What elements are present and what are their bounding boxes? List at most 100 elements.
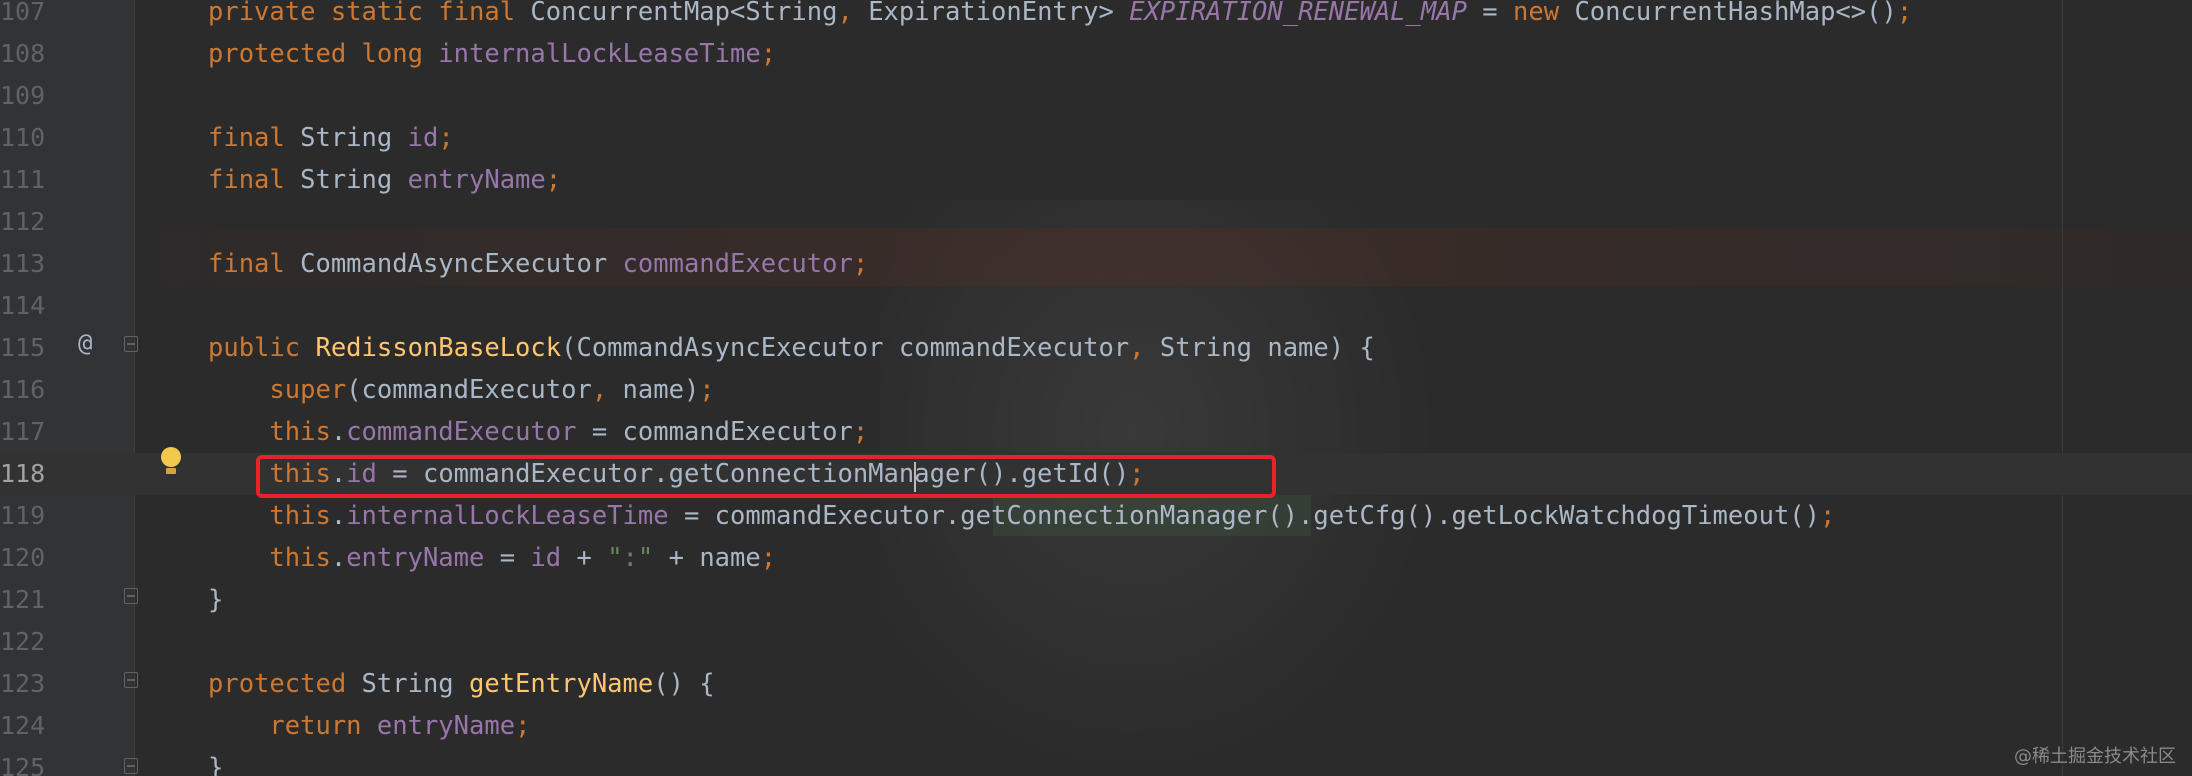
- code-token: protected: [208, 39, 362, 69]
- code-token: .: [330, 543, 347, 573]
- code-text[interactable]: final CommandAsyncExecutor commandExecut…: [208, 243, 868, 285]
- code-line[interactable]: 123 protected String getEntryName() {: [0, 663, 2192, 705]
- code-text[interactable]: public RedissonBaseLock(CommandAsyncExec…: [208, 327, 1375, 369]
- lightbulb-icon[interactable]: [160, 447, 182, 477]
- code-token: ExpirationEntry>: [868, 0, 1130, 27]
- line-number: 112: [0, 207, 46, 236]
- code-line[interactable]: 115 public RedissonBaseLock(CommandAsyncE…: [0, 327, 2192, 369]
- code-line[interactable]: 121}: [0, 579, 2192, 621]
- code-line[interactable]: 119 this.internalLockLeaseTime = command…: [0, 495, 2192, 537]
- fold-marker-icon[interactable]: [124, 672, 138, 688]
- line-number: 117: [0, 417, 46, 446]
- code-line[interactable]: 120 this.entryName = id + ":" + name;: [0, 537, 2192, 579]
- code-token: String name) {: [1159, 333, 1375, 363]
- code-text[interactable]: }: [208, 747, 223, 776]
- code-token: name): [622, 375, 700, 405]
- code-line[interactable]: 107 private static final ConcurrentMap<St…: [0, 0, 2192, 33]
- line-number: 113: [0, 249, 46, 278]
- code-text[interactable]: super(commandExecutor, name);: [208, 369, 715, 411]
- code-token: new: [1513, 0, 1575, 27]
- code-line[interactable]: 125}: [0, 747, 2192, 776]
- code-line[interactable]: 110 final String id;: [0, 117, 2192, 159]
- code-token: }: [208, 585, 224, 615]
- code-token: internalLockLeaseTime: [346, 501, 669, 531]
- code-text[interactable]: protected String getEntryName() {: [208, 663, 715, 705]
- code-line[interactable]: 117 this.commandExecutor = commandExecut…: [0, 411, 2192, 453]
- code-token: String: [300, 165, 408, 195]
- code-text[interactable]: final String id;: [208, 117, 454, 159]
- line-number: 115: [0, 333, 46, 362]
- code-token: (CommandAsyncExecutor commandExecutor: [561, 333, 1130, 363]
- line-number: 108: [0, 39, 46, 68]
- code-token: String: [361, 669, 469, 699]
- red-highlight-box: [256, 455, 1276, 498]
- line-number: 109: [0, 81, 46, 110]
- code-text[interactable]: this.commandExecutor = commandExecutor;: [208, 411, 868, 453]
- line-number: 119: [0, 501, 46, 530]
- line-number: 125: [0, 753, 46, 776]
- code-token: id: [530, 543, 562, 573]
- code-token: =: [484, 543, 531, 573]
- code-token: ;: [1896, 0, 1913, 27]
- code-line[interactable]: 122: [0, 621, 2192, 663]
- line-number: 121: [0, 585, 46, 614]
- code-token: ,: [1129, 333, 1160, 363]
- code-token: entryName: [376, 711, 516, 741]
- code-token: + name: [653, 543, 761, 573]
- line-number: 111: [0, 165, 46, 194]
- code-token: = commandExecutor.getConnectionManager()…: [668, 501, 1821, 531]
- code-line[interactable]: 111 final String entryName;: [0, 159, 2192, 201]
- code-token: final: [208, 249, 301, 279]
- fold-marker-icon[interactable]: [124, 758, 138, 774]
- code-text[interactable]: this.entryName = id + ":" + name;: [208, 537, 776, 579]
- line-number: 107: [0, 0, 46, 26]
- code-token: ;: [699, 375, 715, 405]
- code-token: long: [361, 39, 439, 69]
- code-line[interactable]: 109: [0, 75, 2192, 117]
- code-line[interactable]: 113 final CommandAsyncExecutor commandExe…: [0, 243, 2192, 285]
- line-number: 124: [0, 711, 46, 740]
- code-token: CommandAsyncExecutor: [300, 249, 623, 279]
- code-line[interactable]: 124 return entryName;: [0, 705, 2192, 747]
- code-token: ;: [760, 39, 777, 69]
- code-line[interactable]: 116 super(commandExecutor, name);: [0, 369, 2192, 411]
- code-token: =: [1466, 0, 1514, 27]
- code-token: }: [208, 753, 224, 776]
- code-token: (commandExecutor: [346, 375, 592, 405]
- code-token: public: [208, 333, 316, 363]
- fold-marker-icon[interactable]: [124, 336, 138, 352]
- code-token: ;: [515, 711, 531, 741]
- code-editor[interactable]: 107 private static final ConcurrentMap<St…: [0, 0, 2192, 776]
- code-text[interactable]: protected long internalLockLeaseTime;: [208, 33, 776, 75]
- fold-marker-icon[interactable]: [124, 588, 138, 604]
- code-text[interactable]: private static final ConcurrentMap<Strin…: [208, 0, 1912, 33]
- code-token: commandExecutor: [622, 249, 853, 279]
- code-token: String: [300, 123, 408, 153]
- code-token: return: [208, 711, 377, 741]
- code-token: internalLockLeaseTime: [438, 39, 761, 69]
- code-token: ;: [1820, 501, 1836, 531]
- code-token: ConcurrentMap<String: [530, 0, 838, 27]
- code-text[interactable]: final String entryName;: [208, 159, 561, 201]
- code-token: RedissonBaseLock: [315, 333, 562, 363]
- at-sign-icon[interactable]: @: [78, 322, 92, 364]
- code-token: ,: [591, 375, 623, 405]
- code-token: .: [330, 417, 347, 447]
- code-token: commandExecutor: [346, 417, 577, 447]
- code-line[interactable]: 114: [0, 285, 2192, 327]
- line-number: 116: [0, 375, 46, 404]
- code-token: this: [208, 501, 331, 531]
- code-text[interactable]: this.internalLockLeaseTime = commandExec…: [208, 495, 1835, 537]
- code-token: super: [208, 375, 347, 405]
- code-line[interactable]: 112: [0, 201, 2192, 243]
- code-token: .: [330, 501, 347, 531]
- code-token: ;: [852, 417, 869, 447]
- code-token: +: [561, 543, 608, 573]
- code-line[interactable]: 108 protected long internalLockLeaseTime;: [0, 33, 2192, 75]
- code-token: getEntryName: [469, 669, 654, 699]
- code-text[interactable]: }: [208, 579, 223, 621]
- code-token: id: [407, 123, 439, 153]
- line-number: 118: [0, 459, 46, 488]
- code-token: ,: [837, 0, 869, 27]
- code-text[interactable]: return entryName;: [208, 705, 530, 747]
